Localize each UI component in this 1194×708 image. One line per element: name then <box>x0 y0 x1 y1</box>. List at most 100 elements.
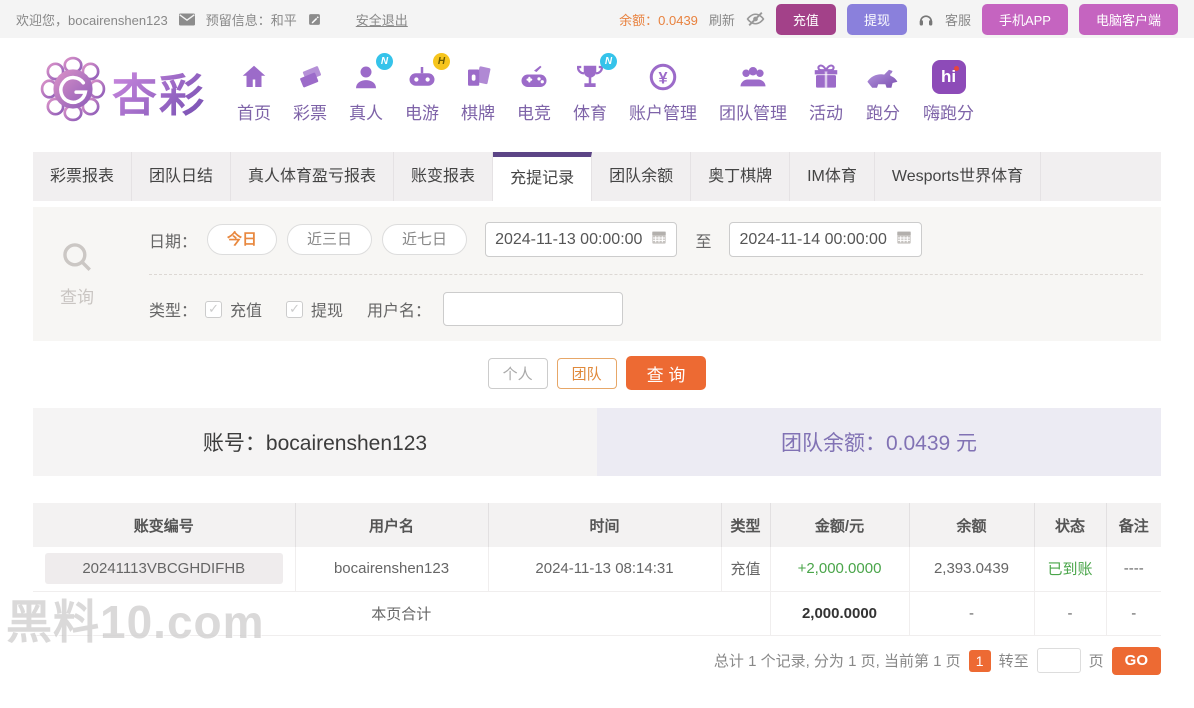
cell-time: 2024-11-13 08:14:31 <box>488 547 721 591</box>
trophy-icon: N <box>575 58 605 96</box>
tab-deposit-withdraw-records[interactable]: 充提记录 <box>493 152 592 201</box>
nav-item-sports[interactable]: N 体育 <box>562 58 618 124</box>
nav-item-lottery[interactable]: 彩票 <box>282 58 338 124</box>
main-nav: 首页 彩票 N 真人 H 电游 棋牌 <box>226 58 985 124</box>
account-strip: 账号：bocairenshen123 团队余额：0.0439 元 <box>33 408 1161 476</box>
username-input[interactable] <box>443 292 623 326</box>
tab-team-daily[interactable]: 团队日结 <box>132 152 231 201</box>
records-table: 账变编号 用户名 时间 类型 金额/元 余额 状态 备注 20241113VBC… <box>33 503 1161 636</box>
service-link[interactable]: 客服 <box>945 10 971 29</box>
summary-amount: 2,000.0000 <box>770 591 909 635</box>
tab-odin-chess[interactable]: 奥丁棋牌 <box>691 152 790 201</box>
page-content: 彩票报表 团队日结 真人体育盈亏报表 账变报表 充提记录 团队余额 奥丁棋牌 I… <box>33 152 1161 675</box>
tab-account-change[interactable]: 账变报表 <box>394 152 493 201</box>
nav-item-esports[interactable]: 电竞 <box>506 58 562 124</box>
hi-red-dot <box>954 66 959 71</box>
cards-icon <box>463 58 493 96</box>
calendar-icon <box>896 229 912 250</box>
query-button[interactable]: 查 询 <box>626 356 707 390</box>
type-label: 类型： <box>149 297 197 321</box>
nav-item-account[interactable]: ¥ 账户管理 <box>618 58 708 124</box>
date-from-input[interactable]: 2024-11-13 00:00:00 <box>485 222 677 257</box>
go-button[interactable]: GO <box>1112 647 1161 675</box>
logout-link[interactable]: 安全退出 <box>356 10 408 29</box>
tab-wesports[interactable]: Wesports世界体育 <box>875 152 1041 201</box>
site-logo[interactable]: 杏彩 <box>40 56 206 127</box>
mail-icon[interactable] <box>179 13 195 26</box>
cell-status: 已到账 <box>1034 547 1106 591</box>
hi-app-icon: hi <box>932 58 966 96</box>
withdraw-button[interactable]: 提现 <box>847 4 907 35</box>
date-label: 日期： <box>149 228 197 252</box>
type-recharge-checkbox[interactable]: ✓ <box>205 301 222 318</box>
brand-text: 杏彩 <box>112 59 206 124</box>
date-to-input[interactable]: 2024-11-14 00:00:00 <box>729 222 921 257</box>
filter-type-row: 类型： ✓ 充值 ✓ 提现 用户名： <box>149 275 1143 326</box>
nav-item-live[interactable]: N 真人 <box>338 58 394 124</box>
tab-bar: 彩票报表 团队日结 真人体育盈亏报表 账变报表 充提记录 团队余额 奥丁棋牌 I… <box>33 152 1161 201</box>
svg-text:¥: ¥ <box>658 69 667 87</box>
type-recharge-label: 充值 <box>230 297 262 321</box>
balance-text: 余额：0.0439 <box>619 10 698 29</box>
current-page-button[interactable]: 1 <box>969 650 991 672</box>
col-header-status: 状态 <box>1034 503 1106 547</box>
team-balance: 团队余额：0.0439 元 <box>597 408 1161 476</box>
badge-n: N <box>600 53 617 70</box>
refresh-link[interactable]: 刷新 <box>709 10 735 29</box>
mobile-app-button[interactable]: 手机APP <box>982 4 1068 35</box>
type-withdraw-checkbox[interactable]: ✓ <box>286 301 303 318</box>
tab-live-sports-pnl[interactable]: 真人体育盈亏报表 <box>231 152 394 201</box>
table-row: 20241113VBCGHDIFHB bocairenshen123 2024-… <box>33 547 1161 591</box>
team-button[interactable]: 团队 <box>557 358 617 389</box>
cell-username: bocairenshen123 <box>295 547 488 591</box>
gamepad-icon: H <box>406 58 438 96</box>
pagination: 总计 1 个记录, 分为 1 页, 当前第 1 页 1 转至 页 GO <box>33 647 1161 675</box>
home-icon <box>239 58 269 96</box>
filter-fields: 日期： 今日 近三日 近七日 2024-11-13 00:00:00 至 202… <box>121 207 1161 341</box>
tab-lottery-report[interactable]: 彩票报表 <box>33 152 132 201</box>
col-header-time: 时间 <box>488 503 721 547</box>
pagination-info: 总计 1 个记录, 分为 1 页, 当前第 1 页 <box>714 650 961 671</box>
reserved-info-text: 预留信息：和平 <box>206 10 297 29</box>
tab-im-sports[interactable]: IM体育 <box>790 152 875 201</box>
esports-icon <box>518 58 550 96</box>
rhino-icon <box>865 58 901 96</box>
summary-status: - <box>1034 591 1106 635</box>
badge-h: H <box>433 53 450 70</box>
col-header-type: 类型 <box>721 503 770 547</box>
edit-icon[interactable] <box>308 13 321 26</box>
date-to-separator: 至 <box>695 228 711 252</box>
nav-item-home[interactable]: 首页 <box>226 58 282 124</box>
quick-date-7days[interactable]: 近七日 <box>382 224 467 255</box>
ticket-icon <box>295 58 325 96</box>
goto-label: 转至 <box>999 650 1029 671</box>
quick-date-3days[interactable]: 近三日 <box>287 224 372 255</box>
filter-panel: 查询 日期： 今日 近三日 近七日 2024-11-13 00:00:00 至 … <box>33 207 1161 341</box>
nav-item-team[interactable]: 团队管理 <box>708 58 798 124</box>
nav-item-paofen[interactable]: 跑分 <box>854 58 912 124</box>
tab-team-balance[interactable]: 团队余额 <box>592 152 691 201</box>
col-header-balance: 余额 <box>909 503 1034 547</box>
welcome-text: 欢迎您，bocairenshen123 <box>16 10 168 29</box>
goto-page-input[interactable] <box>1037 648 1081 673</box>
username-label: 用户名： <box>367 297 431 321</box>
summary-label: 本页合计 <box>33 591 770 635</box>
recharge-button[interactable]: 充值 <box>776 4 836 35</box>
cell-balance: 2,393.0439 <box>909 547 1034 591</box>
topbar-right: 余额：0.0439 刷新 充值 提现 客服 手机APP 电脑客户端 <box>619 4 1178 35</box>
personal-button[interactable]: 个人 <box>488 358 548 389</box>
search-icon <box>60 240 94 279</box>
action-buttons: 个人 团队 查 询 <box>33 356 1161 390</box>
logo-flower-icon <box>40 56 106 127</box>
nav-item-chess[interactable]: 棋牌 <box>450 58 506 124</box>
nav-item-egames[interactable]: H 电游 <box>394 58 450 124</box>
table-header-row: 账变编号 用户名 时间 类型 金额/元 余额 状态 备注 <box>33 503 1161 547</box>
filter-panel-label: 查询 <box>60 283 94 308</box>
nav-item-activity[interactable]: 活动 <box>798 58 854 124</box>
nav-item-hipaofen[interactable]: hi 嗨跑分 <box>912 58 985 124</box>
pc-client-button[interactable]: 电脑客户端 <box>1079 4 1178 35</box>
quick-date-today[interactable]: 今日 <box>207 224 277 255</box>
account-number: 账号：bocairenshen123 <box>33 408 597 476</box>
filter-query-block: 查询 <box>33 207 121 341</box>
eye-off-icon[interactable] <box>746 11 765 27</box>
